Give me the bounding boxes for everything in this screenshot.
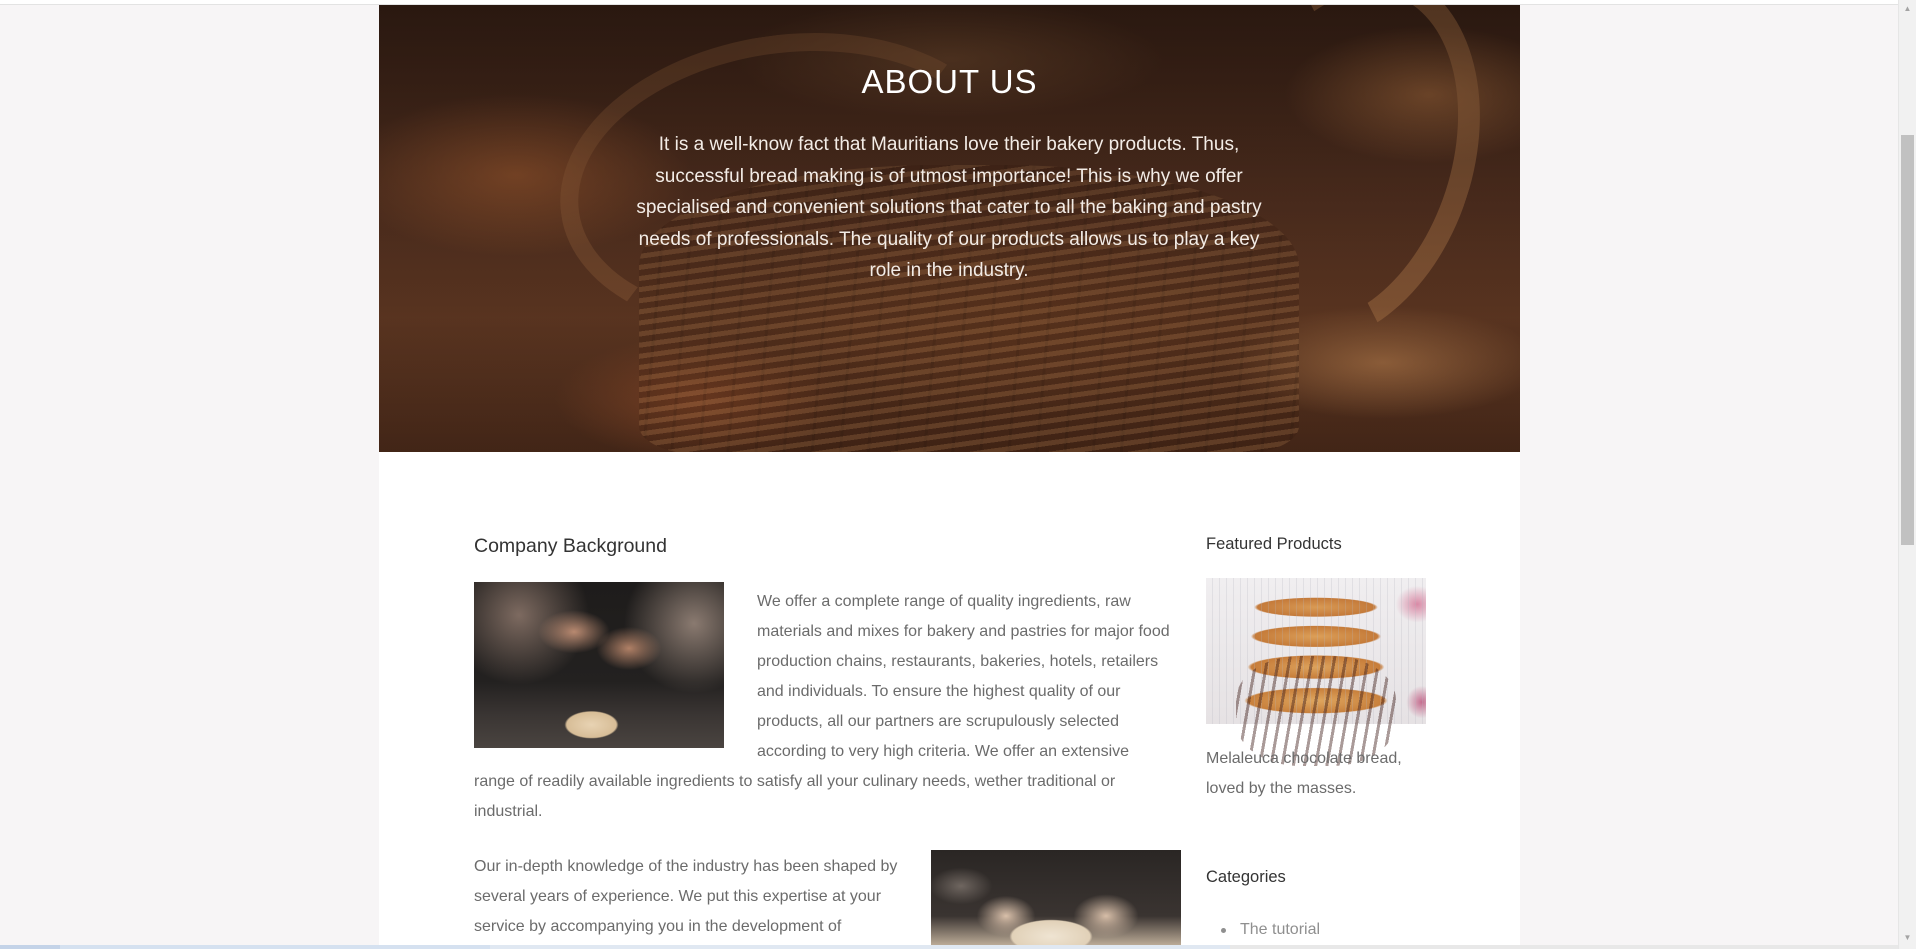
scroll-down-arrow-icon[interactable]: ▼ — [1899, 929, 1916, 946]
category-label[interactable]: The tutorial — [1240, 921, 1320, 938]
company-background-paragraph-wrapped: We offer a complete range of quality ing… — [757, 593, 1170, 760]
about-hero-banner: ABOUT US It is a well-know fact that Mau… — [379, 5, 1520, 452]
taskbar-segment — [0, 945, 60, 949]
categories-list: The tutorial — [1206, 915, 1320, 945]
bullet-icon — [1221, 928, 1226, 933]
taskbar-edge — [0, 945, 1898, 949]
taskbar-segment — [60, 945, 490, 949]
featured-products-title: Featured Products — [1206, 535, 1342, 553]
hero-intro-text: It is a well-know fact that Mauritians l… — [636, 134, 1262, 281]
featured-product-image[interactable] — [1206, 578, 1426, 766]
categories-title: Categories — [1206, 868, 1286, 886]
section-title-company-background: Company Background — [474, 535, 667, 557]
hands-kneading-dough-image — [931, 850, 1181, 949]
category-link-the-tutorial[interactable]: The tutorial — [1206, 915, 1320, 945]
taskbar-segment — [490, 945, 1230, 949]
vertical-scrollbar[interactable]: ▲ ▼ — [1898, 0, 1916, 949]
experience-paragraph: Our in-depth knowledge of the industry h… — [474, 858, 898, 935]
featured-product-caption: Melaleuca chocolate bread, loved by the … — [1206, 750, 1402, 797]
company-background-paragraph-continued: range of readily available ingredients t… — [474, 773, 1116, 820]
baker-sprinkling-flour-image — [474, 582, 724, 748]
page-title: ABOUT US — [861, 63, 1038, 100]
page-content: ABOUT US It is a well-know fact that Mau… — [379, 5, 1520, 949]
scrollbar-thumb[interactable] — [1901, 135, 1914, 545]
scroll-up-arrow-icon[interactable]: ▲ — [1899, 0, 1916, 17]
